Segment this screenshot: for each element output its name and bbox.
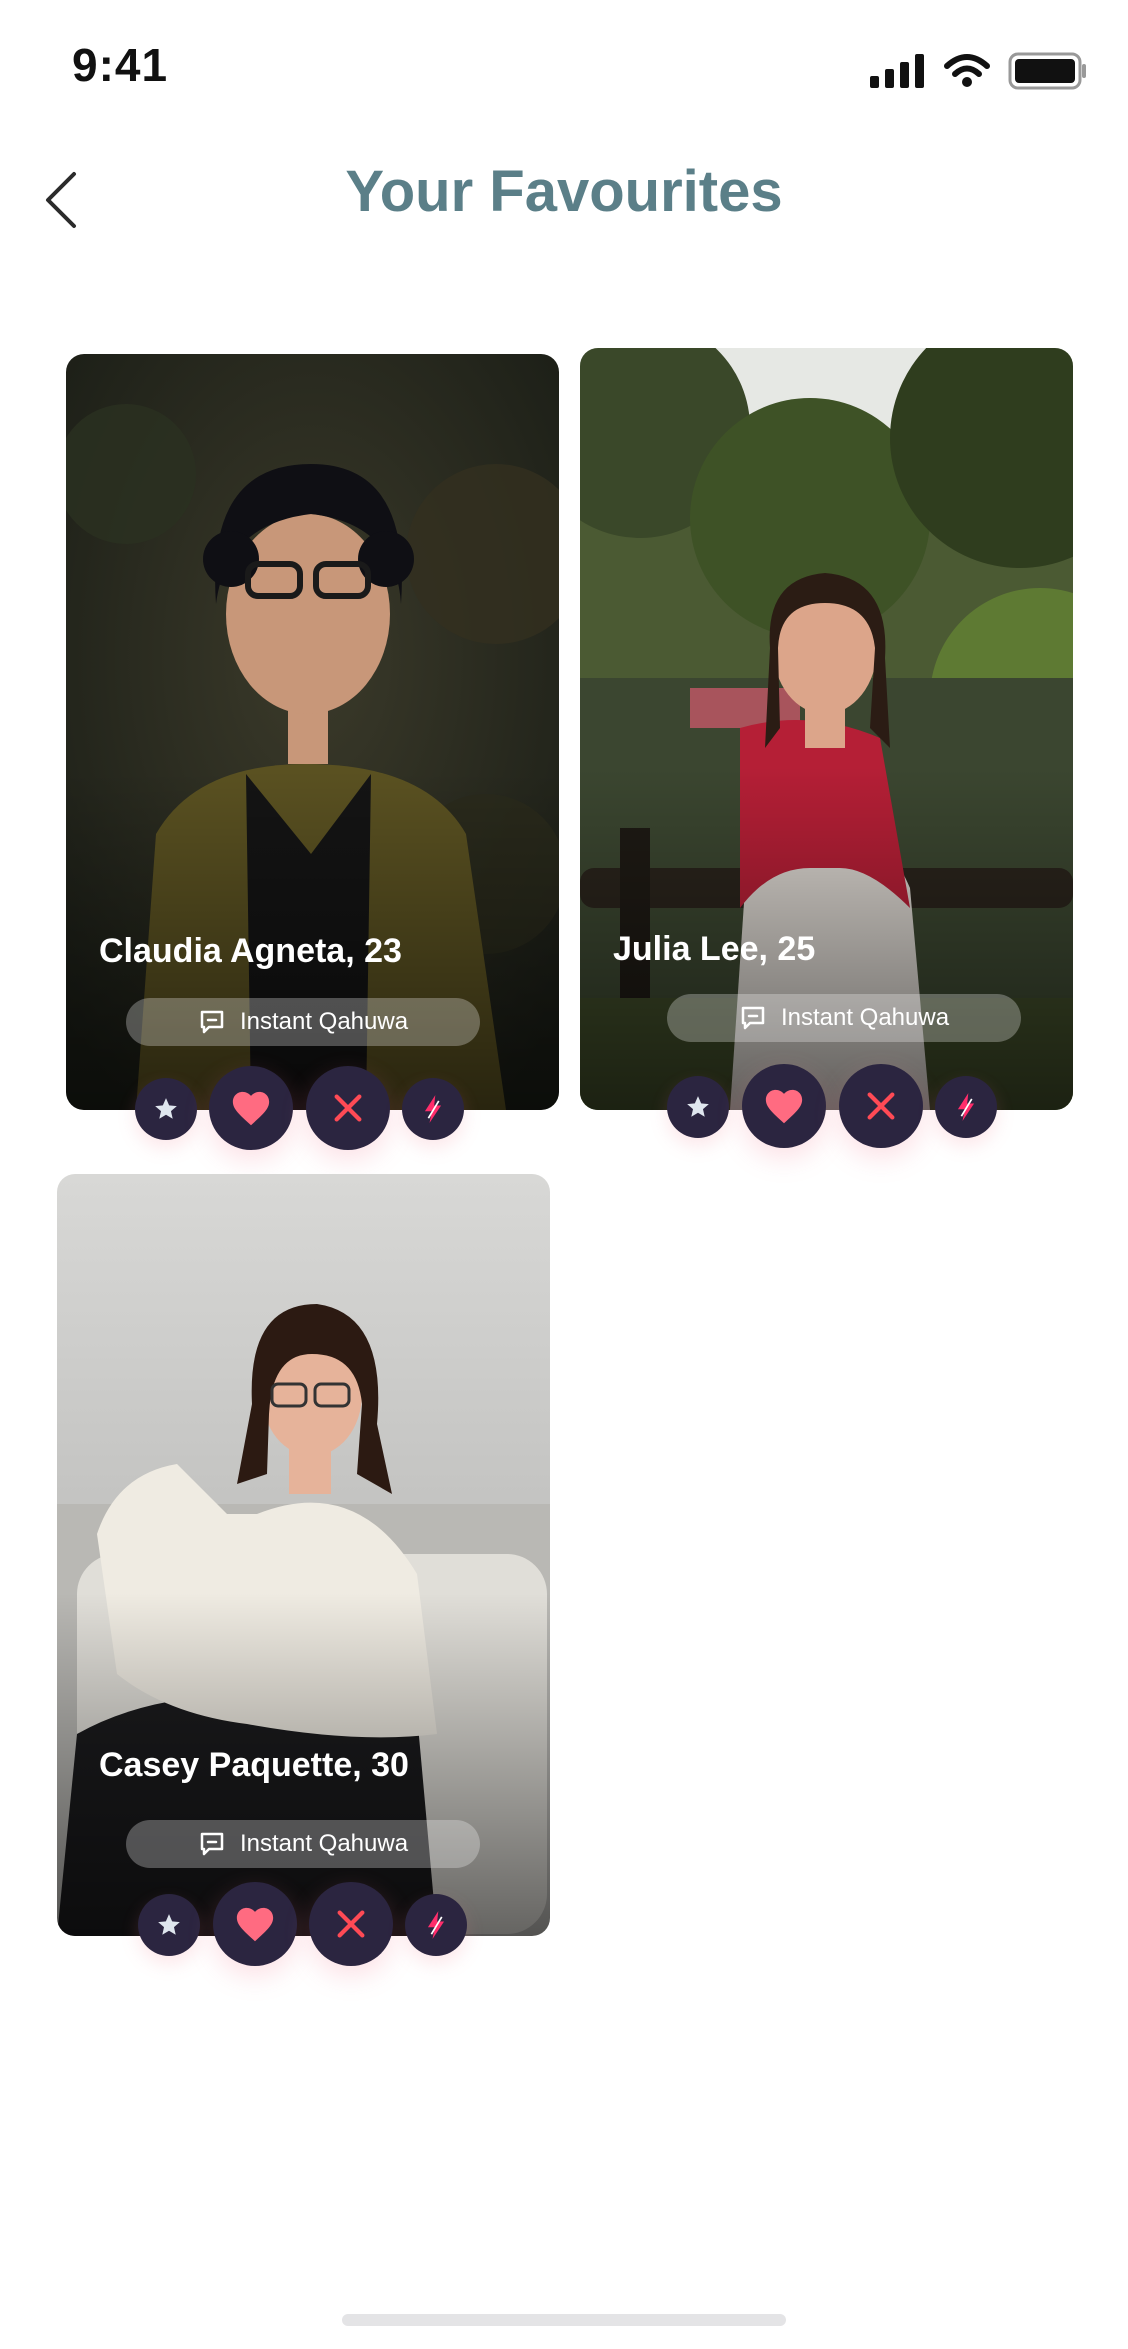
star-icon (158, 1914, 180, 1935)
cellular-signal-icon (870, 54, 924, 88)
battery-icon (1008, 52, 1086, 90)
profile-name: Casey Paquette, 30 (99, 1746, 409, 1784)
lightning-icon (957, 1093, 975, 1121)
heart-icon (232, 1091, 270, 1126)
status-icons (870, 52, 1088, 90)
like-button[interactable] (213, 1882, 297, 1966)
dismiss-button[interactable] (839, 1064, 923, 1148)
heart-icon (765, 1089, 803, 1124)
close-icon (867, 1092, 895, 1120)
close-icon (334, 1094, 362, 1122)
super-like-button[interactable] (135, 1078, 197, 1140)
status-time: 9:41 (72, 39, 169, 91)
favourite-card[interactable]: Casey Paquette, 30 Instant Qahuwa (57, 1174, 550, 1966)
chat-bubble-icon (741, 1006, 765, 1030)
super-like-button[interactable] (138, 1894, 200, 1956)
card-actions (66, 1066, 559, 1156)
page-title: Your Favourites (345, 159, 783, 224)
home-indicator (342, 2314, 786, 2326)
star-icon (687, 1096, 709, 1117)
boost-button[interactable] (935, 1076, 997, 1138)
dismiss-button[interactable] (309, 1882, 393, 1966)
profile-name: Claudia Agneta, 23 (99, 932, 402, 970)
like-button[interactable] (209, 1066, 293, 1150)
status-bar: 9:41 (0, 0, 1128, 130)
star-icon (155, 1098, 177, 1119)
chat-bubble-icon (200, 1010, 224, 1034)
chat-pill-label: Instant Qahuwa (239, 1008, 409, 1035)
instant-chat-button[interactable]: Instant Qahuwa (126, 1820, 480, 1868)
boost-button[interactable] (402, 1078, 464, 1140)
heart-icon (236, 1907, 274, 1942)
boost-button[interactable] (405, 1894, 467, 1956)
close-icon (337, 1910, 365, 1938)
card-actions (580, 1064, 1073, 1154)
favourite-card[interactable]: Julia Lee, 25 Instant Qahuwa (580, 348, 1073, 1148)
instant-chat-button[interactable]: Instant Qahuwa (667, 994, 1021, 1042)
lightning-icon (427, 1911, 445, 1939)
super-like-button[interactable] (667, 1076, 729, 1138)
instant-chat-button[interactable]: Instant Qahuwa (126, 998, 480, 1046)
profile-name: Julia Lee, 25 (613, 930, 816, 968)
lightning-icon (424, 1095, 442, 1123)
favourite-card[interactable]: Claudia Agneta, 23 Instant Qahuwa (66, 354, 559, 1150)
header: Your Favourites (0, 150, 1128, 240)
wifi-icon (944, 54, 990, 87)
chat-pill-label: Instant Qahuwa (239, 1830, 409, 1857)
card-actions (57, 1882, 550, 1972)
profile-photo (66, 354, 559, 1110)
dismiss-button[interactable] (306, 1066, 390, 1150)
chat-pill-label: Instant Qahuwa (780, 1004, 950, 1031)
like-button[interactable] (742, 1064, 826, 1148)
chat-bubble-icon (200, 1832, 224, 1856)
